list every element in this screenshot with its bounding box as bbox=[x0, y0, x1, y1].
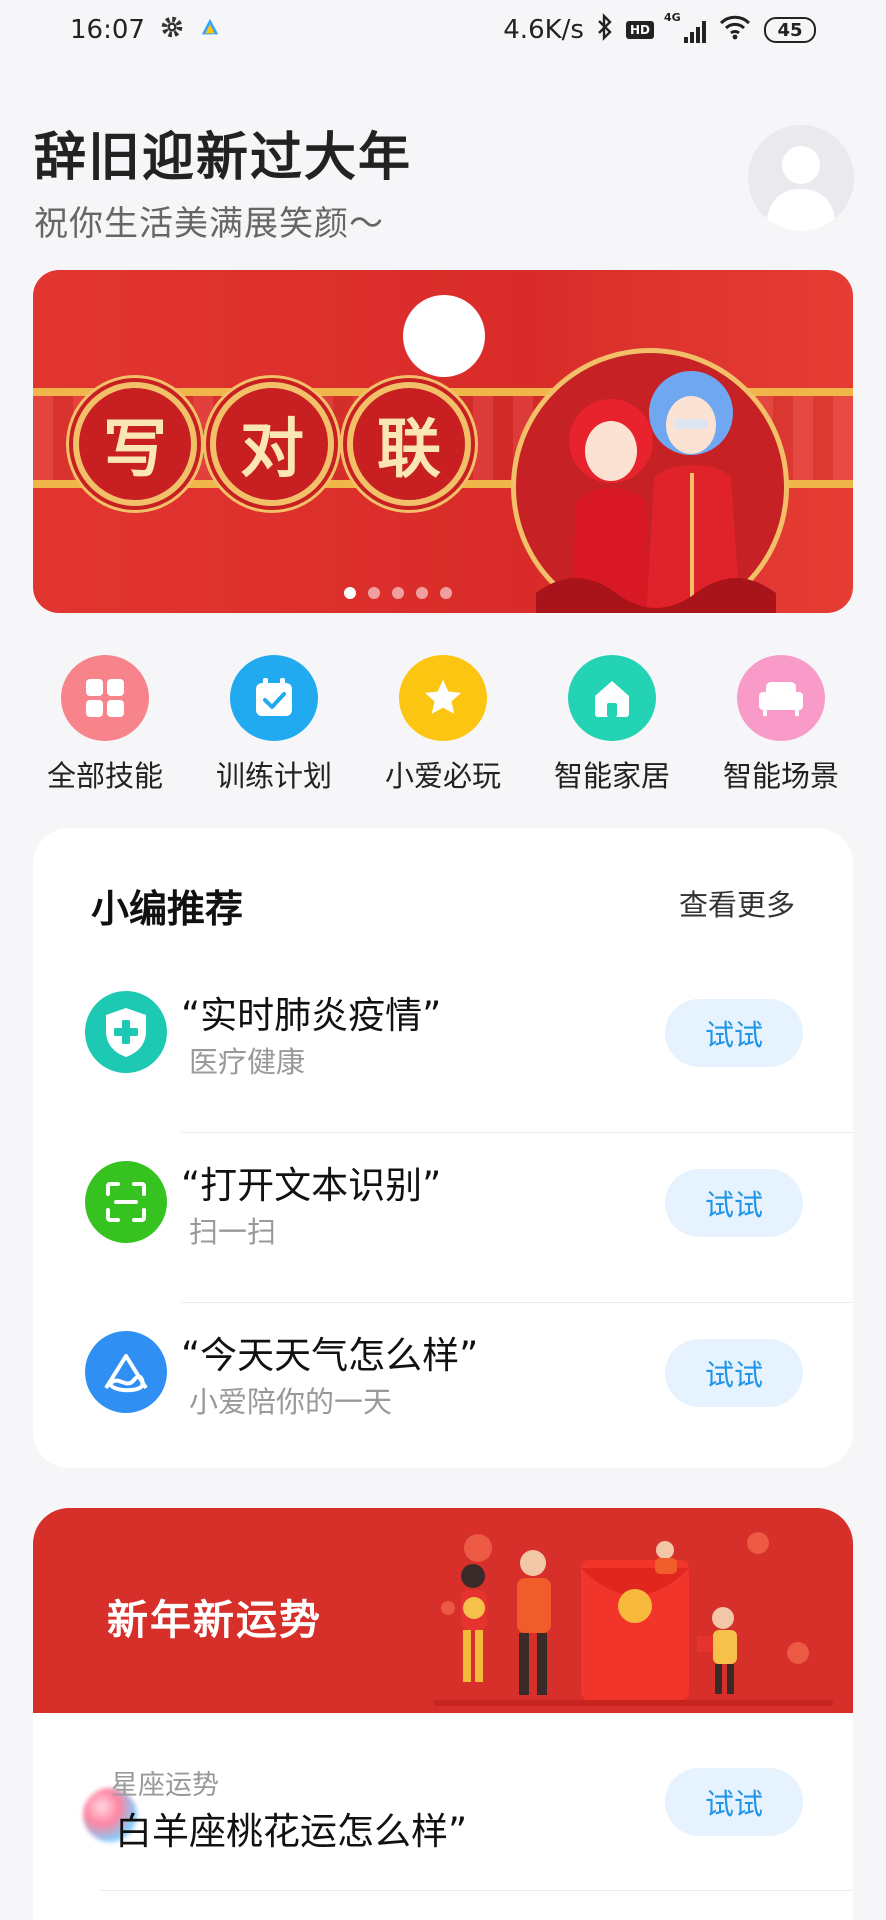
shortcut-label: 小爱必玩 bbox=[384, 759, 501, 793]
app-notification-icon bbox=[199, 15, 221, 45]
page-subtitle: 祝你生活美满展笑颜～ bbox=[34, 204, 384, 244]
status-time: 16:07 bbox=[70, 15, 145, 45]
grid-icon bbox=[61, 655, 149, 741]
user-silhouette-icon bbox=[766, 146, 836, 231]
banner-dot[interactable] bbox=[368, 587, 380, 599]
shortcut-smart-home[interactable]: 智能家居 bbox=[537, 655, 687, 795]
calendar-check-icon bbox=[230, 655, 318, 741]
wifi-icon bbox=[718, 14, 752, 47]
hd-badge: HD bbox=[625, 21, 654, 39]
avatar[interactable] bbox=[748, 125, 854, 231]
try-button[interactable]: 试试 bbox=[665, 999, 803, 1067]
recommend-category: 扫一扫 bbox=[189, 1215, 277, 1249]
try-button[interactable]: 试试 bbox=[665, 1339, 803, 1407]
banner-dot-active[interactable] bbox=[344, 587, 356, 599]
header: 辞旧迎新过大年 祝你生活美满展笑颜～ bbox=[34, 115, 854, 244]
banner-seal-3: 联 bbox=[347, 382, 471, 506]
banner-pagination bbox=[33, 587, 853, 599]
new-year-fortune-card: 新年新运势 星座运势 白羊座桃花运怎么样” 试试 bbox=[33, 1508, 853, 1920]
fortune-query: 白羊座桃花运怎么样” bbox=[115, 1810, 468, 1853]
new-year-header[interactable]: 新年新运势 bbox=[33, 1508, 853, 1713]
xiaoai-logo-icon bbox=[85, 1331, 167, 1413]
banner-white-circle bbox=[403, 295, 485, 377]
status-bar: 16:07 4.6K/s HD 4G 45 bbox=[0, 0, 886, 60]
medical-shield-icon bbox=[85, 991, 167, 1073]
shortcut-label: 智能场景 bbox=[722, 759, 839, 793]
scan-icon bbox=[85, 1161, 167, 1243]
network-type: 4G bbox=[664, 11, 681, 24]
shortcut-must-play[interactable]: 小爱必玩 bbox=[368, 655, 518, 795]
recommend-query: “打开文本识别” bbox=[181, 1164, 442, 1207]
sofa-icon bbox=[737, 655, 825, 741]
banner-seal-2: 对 bbox=[210, 382, 334, 506]
recommend-card: 小编推荐 查看更多 “实时肺炎疫情” 医疗健康 试试 “打开文本识别” 扫一扫 … bbox=[33, 828, 853, 1468]
recommend-item[interactable]: “实时肺炎疫情” 医疗健康 试试 bbox=[33, 963, 853, 1133]
new-year-illustration bbox=[433, 1532, 833, 1706]
banner-dot[interactable] bbox=[440, 587, 452, 599]
new-year-title: 新年新运势 bbox=[107, 1596, 322, 1644]
try-button[interactable]: 试试 bbox=[665, 1768, 803, 1836]
net-speed: 4.6K/s bbox=[503, 15, 584, 45]
battery-icon: 45 bbox=[764, 17, 816, 43]
recommend-category: 医疗健康 bbox=[189, 1045, 306, 1079]
signal-icon: 4G bbox=[664, 11, 706, 43]
banner-dot[interactable] bbox=[416, 587, 428, 599]
divider bbox=[99, 1890, 853, 1891]
bluetooth-icon bbox=[596, 12, 614, 48]
recommend-query: “实时肺炎疫情” bbox=[181, 994, 442, 1037]
recommend-category: 小爱陪你的一天 bbox=[189, 1385, 393, 1419]
recommend-title: 小编推荐 bbox=[91, 887, 244, 931]
star-icon bbox=[399, 655, 487, 741]
recommend-item[interactable]: “打开文本识别” 扫一扫 试试 bbox=[33, 1133, 853, 1303]
shortcut-row: 全部技能 训练计划 小爱必玩 智能家居 智能场景 bbox=[30, 655, 856, 795]
recommend-item[interactable]: “今天天气怎么样” 小爱陪你的一天 试试 bbox=[33, 1303, 853, 1473]
see-more-link[interactable]: 查看更多 bbox=[679, 882, 795, 924]
fortune-category: 星座运势 bbox=[111, 1770, 219, 1801]
shortcut-training-plan[interactable]: 训练计划 bbox=[199, 655, 349, 795]
banner-characters-illustration bbox=[511, 348, 789, 613]
fortune-item[interactable]: 星座运势 白羊座桃花运怎么样” 试试 bbox=[33, 1713, 853, 1893]
banner-seal-1: 写 bbox=[73, 382, 197, 506]
shortcut-all-skills[interactable]: 全部技能 bbox=[30, 655, 180, 795]
banner-dot[interactable] bbox=[392, 587, 404, 599]
recommend-query: “今天天气怎么样” bbox=[181, 1334, 479, 1377]
promo-banner[interactable]: 写 对 联 bbox=[33, 270, 853, 613]
page-title: 辞旧迎新过大年 bbox=[34, 128, 413, 188]
home-icon bbox=[568, 655, 656, 741]
shortcut-smart-scene[interactable]: 智能场景 bbox=[706, 655, 856, 795]
settings-gear-icon bbox=[159, 14, 185, 47]
shortcut-label: 全部技能 bbox=[46, 759, 163, 793]
try-button[interactable]: 试试 bbox=[665, 1169, 803, 1237]
shortcut-label: 训练计划 bbox=[215, 759, 332, 793]
shortcut-label: 智能家居 bbox=[553, 759, 670, 793]
